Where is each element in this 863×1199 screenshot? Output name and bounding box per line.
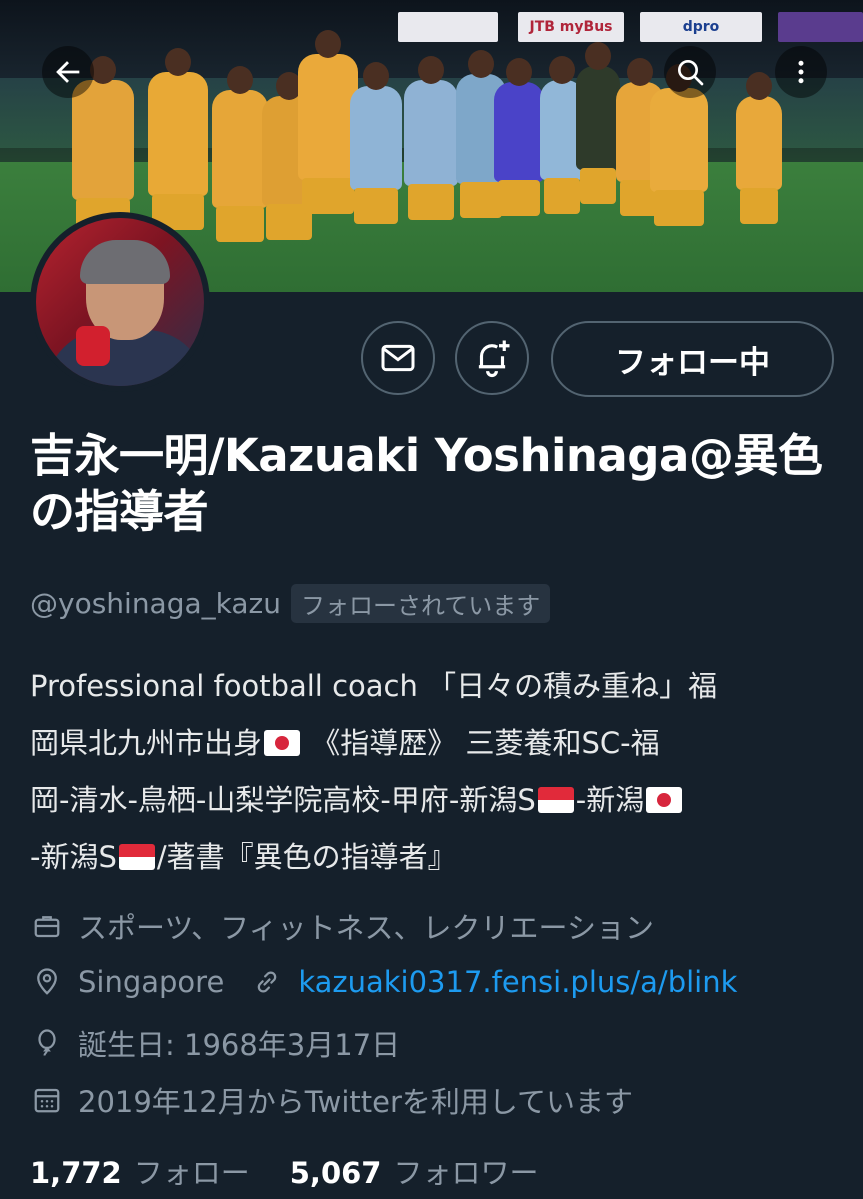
- bio-line: -新潟S/著書『異色の指導者』: [30, 840, 457, 874]
- message-button[interactable]: [361, 321, 435, 395]
- banner-player: [576, 42, 620, 204]
- banner-player: [350, 62, 402, 224]
- link-icon: [250, 965, 284, 999]
- bell-plus-icon: [471, 337, 513, 379]
- profile-location: Singapore: [78, 965, 225, 999]
- calendar-icon: [30, 1083, 64, 1117]
- search-icon: [674, 56, 706, 88]
- flag-japan-icon: [264, 730, 301, 756]
- follows-you-badge: フォローされています: [290, 584, 551, 623]
- avatar-photo: [36, 218, 204, 386]
- banner-player: [148, 48, 208, 230]
- notifications-button[interactable]: [455, 321, 529, 395]
- banner-ad-board: [398, 12, 498, 42]
- banner-player: [212, 66, 268, 242]
- balloon-icon: [30, 1026, 64, 1060]
- profile-bio: Professional football coach 「日々の積み重ね」福 岡…: [30, 658, 835, 886]
- flag-japan-icon: [646, 787, 683, 813]
- location-pin-icon: [30, 965, 64, 999]
- profile-birthday: 誕生日: 1968年3月17日: [30, 1022, 400, 1064]
- banner-ad-board: JTB myBus: [518, 12, 624, 42]
- profile-website-link[interactable]: kazuaki0317.fensi.plus/a/blink: [298, 965, 737, 999]
- banner-player: [404, 56, 458, 220]
- banner-player: [650, 64, 708, 226]
- handle-row: @yoshinaga_kazu フォローされています: [30, 584, 551, 623]
- following-stat[interactable]: 1,772 フォロー: [30, 1150, 250, 1192]
- back-button[interactable]: [42, 46, 94, 98]
- profile-handle: @yoshinaga_kazu: [30, 587, 281, 620]
- banner-ad-board: [778, 12, 863, 42]
- arrow-left-icon: [51, 55, 85, 89]
- bio-line: 岡県北九州市出身 《指導歴》 三菱養和SC-福: [30, 726, 660, 760]
- bio-line: 岡-清水-鳥栖-山梨学院高校-甲府-新潟S -新潟: [30, 772, 835, 829]
- profile-join-date: 2019年12月からTwitterを利用しています: [30, 1079, 633, 1121]
- mail-icon: [378, 338, 418, 378]
- banner-player: [494, 58, 544, 216]
- more-vertical-icon: [786, 57, 816, 87]
- profile-avatar[interactable]: [30, 212, 210, 392]
- flag-singapore-icon: [537, 787, 574, 813]
- profile-category: スポーツ、フィットネス、レクリエーション: [30, 905, 654, 947]
- flag-singapore-icon: [118, 844, 155, 870]
- search-button[interactable]: [664, 46, 716, 98]
- banner-player: [736, 72, 782, 224]
- profile-location-row: Singapore kazuaki0317.fensi.plus/a/blink: [30, 965, 737, 999]
- bio-line: Professional football coach 「日々の積み重ね」福: [30, 669, 718, 703]
- banner-ad-board: dpro: [640, 12, 762, 42]
- followers-stat[interactable]: 5,067 フォロワー: [290, 1150, 539, 1192]
- banner-player: [298, 30, 358, 214]
- briefcase-icon: [30, 909, 64, 943]
- following-button[interactable]: フォロー中: [551, 321, 834, 397]
- more-button[interactable]: [775, 46, 827, 98]
- profile-stats: 1,772 フォロー 5,067 フォロワー: [30, 1150, 539, 1192]
- banner-player: [72, 56, 134, 234]
- profile-display-name: 吉永一明/Kazuaki Yoshinaga@異色の指導者: [30, 429, 823, 538]
